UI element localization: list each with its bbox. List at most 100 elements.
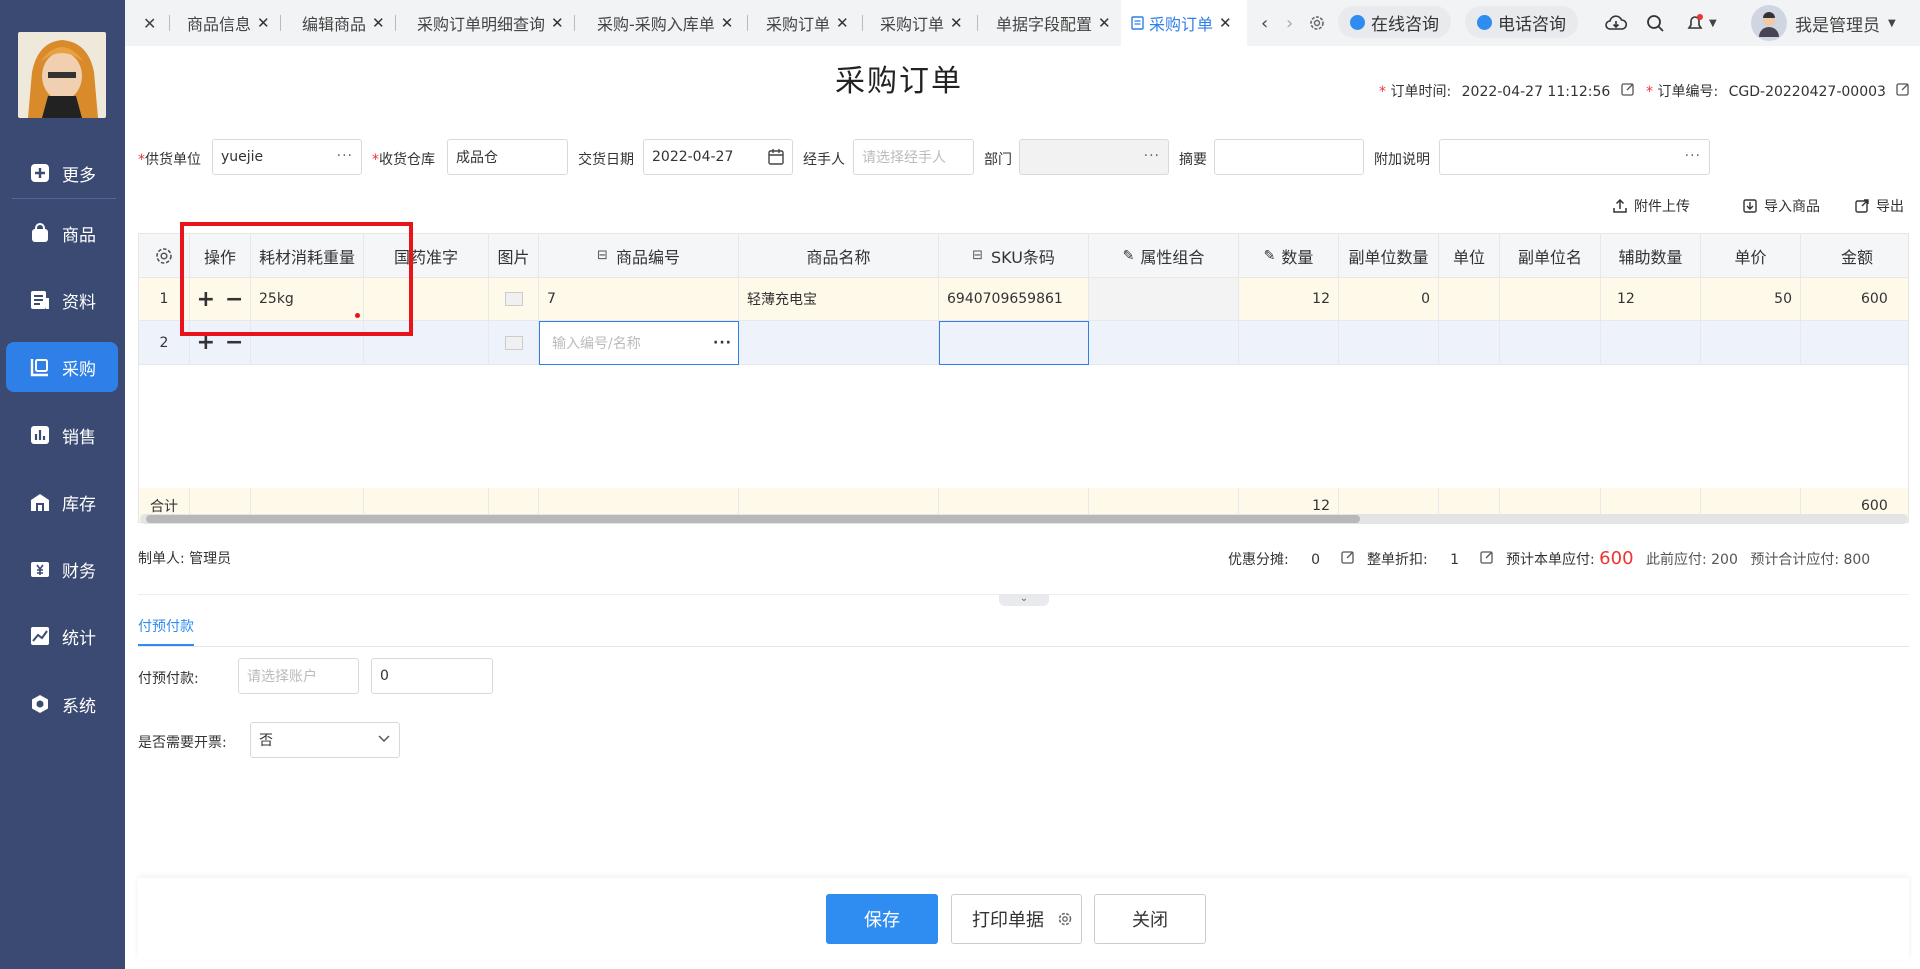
collapse-toggle[interactable]: ⌄	[999, 594, 1049, 606]
sidebar-item-purchase[interactable]: 采购	[6, 342, 118, 392]
edit-icon[interactable]	[1340, 550, 1355, 568]
qty-cell[interactable]	[1239, 321, 1339, 365]
attr-cell[interactable]	[1089, 278, 1239, 321]
goods-name-cell[interactable]	[739, 321, 939, 365]
more-icon[interactable]: ···	[1144, 148, 1160, 164]
tab-purchase-order-active[interactable]: 采购订单 ✕	[1121, 0, 1247, 46]
supplier-field[interactable]: yuejie ···	[212, 139, 362, 175]
column-header[interactable]: ⊟ SKU条码	[939, 234, 1089, 278]
scrollbar-thumb[interactable]	[146, 515, 1360, 523]
horizontal-scrollbar[interactable]	[140, 514, 1908, 524]
column-header[interactable]: ✎ 数量	[1239, 234, 1339, 278]
goods-name-cell[interactable]: 轻薄充电宝	[739, 278, 939, 321]
price-cell[interactable]: 50	[1701, 278, 1801, 321]
edit-icon[interactable]	[1479, 550, 1494, 568]
more-icon[interactable]: ···	[1685, 148, 1701, 164]
sidebar-item-goods[interactable]: 商品	[6, 208, 118, 258]
sub-qty-cell[interactable]	[1339, 321, 1439, 365]
close-icon[interactable]: ✕	[1219, 14, 1232, 32]
aux-qty-cell[interactable]	[1601, 321, 1701, 365]
sub-unit-cell[interactable]	[1500, 278, 1601, 321]
more-icon[interactable]: ···	[713, 335, 732, 351]
tab-purchase-order[interactable]: 采购订单 ✕	[766, 0, 849, 46]
image-cell[interactable]	[489, 278, 539, 321]
gear-icon[interactable]	[1057, 911, 1073, 932]
search-icon[interactable]	[1646, 0, 1664, 46]
import-goods-button[interactable]: 导入商品	[1742, 196, 1820, 216]
attr-cell[interactable]	[1089, 321, 1239, 365]
chevron-right-icon[interactable]: ›	[1286, 0, 1293, 46]
column-header[interactable]: 金额	[1801, 234, 1908, 278]
goods-code-input[interactable]: 输入编号/名称 ···	[539, 321, 739, 365]
tab-edit-goods[interactable]: 编辑商品 ✕	[302, 0, 385, 46]
close-icon[interactable]: ✕	[950, 14, 963, 32]
save-button[interactable]: 保存	[826, 894, 938, 944]
online-consult-button[interactable]: 在线咨询	[1338, 6, 1451, 38]
bell-icon[interactable]: ▼	[1685, 0, 1717, 46]
close-icon[interactable]: ✕	[257, 14, 270, 32]
close-icon[interactable]: ✕	[721, 14, 734, 32]
image-cell[interactable]	[489, 321, 539, 365]
column-header[interactable]: 辅助数量	[1601, 234, 1701, 278]
aux-qty-cell[interactable]: 12	[1601, 278, 1701, 321]
tab-prepayment[interactable]: 付预付款	[138, 614, 194, 646]
column-header[interactable]: 单价	[1701, 234, 1801, 278]
calendar-icon[interactable]	[768, 149, 784, 169]
more-icon[interactable]: ···	[337, 148, 353, 164]
chevron-left-icon[interactable]: ‹	[1261, 0, 1268, 46]
close-icon[interactable]: ✕	[836, 14, 849, 32]
sidebar-item-statistics[interactable]: 统计	[6, 611, 118, 661]
column-header[interactable]: ⊟ 商品编号	[539, 234, 739, 278]
sidebar-item-inventory[interactable]: 库存	[6, 477, 118, 527]
close-icon[interactable]: ✕	[1098, 14, 1111, 32]
phone-consult-button[interactable]: 电话咨询	[1465, 6, 1578, 38]
column-header[interactable]: 副单位数量	[1339, 234, 1439, 278]
prepayment-amount-field[interactable]: 0	[371, 658, 493, 694]
goods-code-cell[interactable]: 7	[539, 278, 739, 321]
sidebar-item-sales[interactable]: 销售	[6, 410, 118, 460]
print-button[interactable]: 打印单据	[951, 894, 1082, 944]
column-header[interactable]: ✎ 属性组合	[1089, 234, 1239, 278]
column-header[interactable]: 商品名称	[739, 234, 939, 278]
sku-cell[interactable]: 6940709659861	[939, 278, 1089, 321]
close-button[interactable]: 关闭	[1094, 894, 1206, 944]
sub-unit-cell[interactable]	[1500, 321, 1601, 365]
handler-field[interactable]: 请选择经手人	[853, 139, 974, 175]
unit-cell[interactable]	[1439, 278, 1500, 321]
tab-purchase-detail-query[interactable]: 采购订单明细查询 ✕	[417, 0, 564, 46]
sku-cell[interactable]	[939, 321, 1089, 365]
tab-goods-info[interactable]: 商品信息 ✕	[187, 0, 270, 46]
close-icon[interactable]: ✕	[143, 0, 156, 46]
tab-field-config[interactable]: 单据字段配置 ✕	[996, 0, 1111, 46]
close-icon[interactable]: ✕	[551, 14, 564, 32]
column-header[interactable]: 单位	[1439, 234, 1500, 278]
extra-note-field[interactable]: ···	[1439, 139, 1710, 175]
upload-attachment-button[interactable]: 附件上传	[1612, 196, 1690, 216]
tab-purchase-inbound[interactable]: 采购-采购入库单 ✕	[597, 0, 733, 46]
unit-cell[interactable]	[1439, 321, 1500, 365]
user-menu[interactable]: 我是管理员 ▼	[1751, 0, 1896, 46]
close-icon[interactable]: ✕	[372, 14, 385, 32]
delivery-date-field[interactable]: 2022-04-27	[643, 139, 793, 175]
amount-cell[interactable]	[1801, 321, 1908, 365]
amount-cell[interactable]: 600	[1801, 278, 1908, 321]
sidebar-item-data[interactable]: 资料	[6, 275, 118, 325]
column-header[interactable]: 图片	[489, 234, 539, 278]
sidebar-item-system[interactable]: 系统	[6, 679, 118, 729]
export-button[interactable]: 导出	[1854, 196, 1904, 216]
gear-icon[interactable]	[154, 246, 174, 266]
warehouse-field[interactable]: 成品仓	[447, 139, 568, 175]
sidebar-item-more[interactable]: 更多	[6, 148, 118, 198]
edit-icon[interactable]	[1896, 82, 1910, 100]
cloud-download-icon[interactable]	[1605, 0, 1627, 46]
department-field[interactable]: ···	[1019, 139, 1169, 175]
invoice-select[interactable]: 否	[250, 722, 400, 758]
sidebar-item-finance[interactable]: 财务	[6, 544, 118, 594]
qty-cell[interactable]: 12	[1239, 278, 1339, 321]
edit-icon[interactable]	[1621, 82, 1635, 100]
column-header[interactable]: 副单位名	[1500, 234, 1601, 278]
summary-field[interactable]	[1214, 139, 1364, 175]
account-select[interactable]: 请选择账户	[238, 658, 359, 694]
sub-qty-cell[interactable]: 0	[1339, 278, 1439, 321]
tab-purchase-order[interactable]: 采购订单 ✕	[880, 0, 963, 46]
